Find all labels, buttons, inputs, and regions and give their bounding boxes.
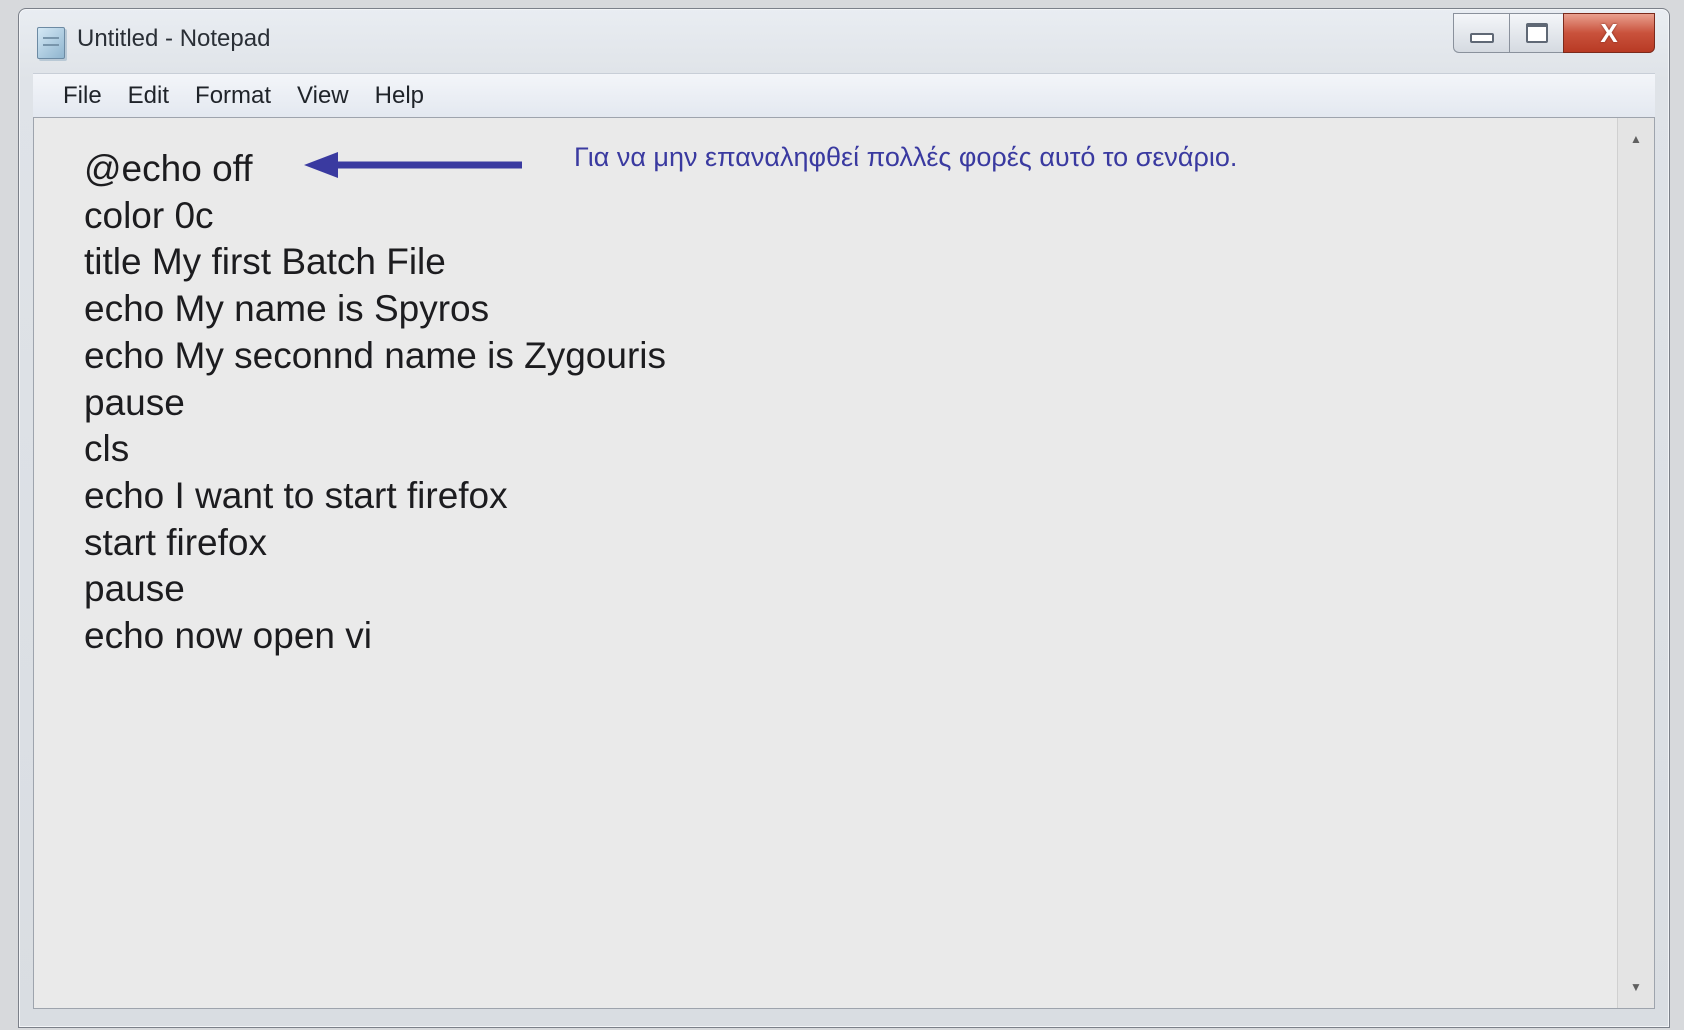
title-bar[interactable]: Untitled - Notepad X [19, 9, 1669, 73]
annotation-text: Για να μην επαναληφθεί πολλές φορές αυτό… [574, 142, 1238, 172]
text-line: echo I want to start firefox [84, 474, 508, 516]
text-line: title My first Batch File [84, 241, 446, 283]
notepad-icon [37, 27, 65, 59]
menu-bar: File Edit Format View Help [33, 73, 1655, 119]
text-line: pause [84, 568, 185, 610]
text-line: echo My seconnd name is Zygouris [84, 334, 666, 376]
text-line: cls [84, 428, 130, 470]
text-line: pause [84, 381, 185, 423]
window-title: Untitled - Notepad [77, 25, 271, 52]
text-editor[interactable]: @echo off color 0c title My first Batch … [33, 117, 1655, 1009]
menu-file[interactable]: File [33, 82, 115, 110]
notepad-window: Untitled - Notepad X File Edit Format Vi… [18, 8, 1670, 1028]
scroll-up-icon[interactable]: ▲ [1618, 124, 1654, 154]
text-line: start firefox [84, 521, 267, 563]
text-content[interactable]: @echo off color 0c title My first Batch … [84, 146, 666, 660]
text-line: color 0c [84, 194, 214, 236]
maximize-icon [1525, 23, 1548, 43]
text-line: echo My name is Spyros [84, 288, 490, 330]
text-line: echo now open vi [84, 615, 372, 657]
menu-format[interactable]: Format [182, 82, 284, 110]
window-controls: X [1453, 13, 1655, 55]
menu-help[interactable]: Help [362, 82, 437, 110]
vertical-scrollbar[interactable]: ▲ ▼ [1617, 118, 1654, 1008]
close-icon: X [1600, 18, 1618, 48]
menu-view[interactable]: View [284, 82, 362, 110]
scroll-down-icon[interactable]: ▼ [1618, 972, 1654, 1002]
minimize-button[interactable] [1453, 13, 1509, 53]
minimize-icon [1469, 33, 1494, 43]
close-button[interactable]: X [1563, 13, 1655, 53]
menu-edit[interactable]: Edit [115, 82, 182, 110]
maximize-button[interactable] [1509, 13, 1563, 53]
arrow-left-icon [304, 152, 522, 178]
